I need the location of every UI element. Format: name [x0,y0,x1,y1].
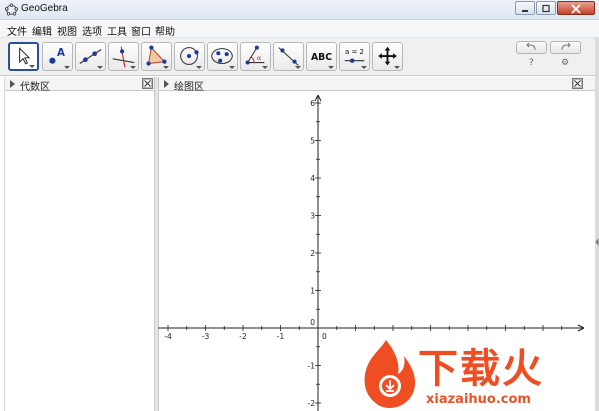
minimize-icon [522,10,528,12]
line-tool[interactable] [75,42,106,71]
slider-tool-label: a = 2 [345,48,364,56]
graphics-view-header: 绘图区 [159,77,595,93]
menu-options[interactable]: 选项 [82,23,102,38]
watermark-domain: xiazaihuo.com [426,392,531,407]
menu-edit[interactable]: 编辑 [32,23,52,38]
x-tick-label: 0 [322,332,327,341]
window-title: GeoGebra [21,3,68,14]
conic-tool[interactable] [207,42,238,71]
collapse-arrow-icon[interactable] [595,237,599,247]
menu-tools[interactable]: 工具 [107,23,127,38]
menu-window[interactable]: 窗口 [131,23,151,38]
flame-logo-icon [364,340,416,409]
toolbar: A α ABC a = 2 ? ⚙ [0,38,599,76]
minimize-button[interactable] [515,1,535,15]
x-tick-label: -1 [277,332,285,341]
close-icon [143,79,152,88]
title-bar: GeoGebra [0,0,599,20]
slider-tool[interactable]: a = 2 [339,42,370,71]
maximize-icon [542,4,550,13]
polygon-tool[interactable] [141,42,172,71]
help-icon[interactable]: ? [529,58,534,68]
algebra-view-close-button[interactable] [142,78,153,89]
y-tick-label: 1 [310,287,315,296]
point-tool-label: A [57,47,65,59]
redo-button[interactable] [550,41,581,54]
graphics-view-title: 绘图区 [174,82,204,93]
perpendicular-tool[interactable] [108,42,139,71]
maximize-button[interactable] [536,1,556,15]
redo-icon [561,42,571,51]
circle-tool[interactable] [174,42,205,71]
y-tick-label: 2 [310,249,315,258]
y-tick-label: 4 [310,174,315,183]
y-tick-label: 6 [310,99,315,108]
y-tick-label: -2 [308,399,316,408]
expand-arrow-icon[interactable] [164,80,169,88]
algebra-view-header: 代数区 [5,77,154,93]
menu-bar: 文件 编辑 视图 选项 工具 窗口 帮助 [0,21,599,38]
angle-tool[interactable]: α [240,42,271,71]
move-tool[interactable] [8,42,39,71]
menu-file[interactable]: 文件 [7,23,27,38]
y-tick-label: 3 [310,212,315,221]
menu-view[interactable]: 视图 [57,23,77,38]
geogebra-logo-icon [5,3,18,16]
graphics-view-close-button[interactable] [572,78,583,89]
expand-arrow-icon[interactable] [10,80,15,88]
undo-icon [526,42,536,51]
algebra-view-title: 代数区 [20,82,50,93]
algebra-view[interactable]: 代数区 [4,77,155,411]
settings-icon[interactable]: ⚙ [561,58,569,68]
menu-help[interactable]: 帮助 [155,23,175,38]
svg-text:α: α [257,54,262,62]
x-tick-label: -2 [239,332,247,341]
x-tick-label: -3 [202,332,210,341]
reflect-tool[interactable] [273,42,304,71]
x-tick-label: -4 [164,332,172,341]
point-tool[interactable]: A [42,42,73,71]
y-tick-label: 5 [310,137,315,146]
y-tick-label: 0 [310,318,315,327]
text-tool-label: ABC [311,52,332,63]
close-icon [573,79,582,88]
y-tick-label: -1 [308,362,316,371]
move-view-tool[interactable] [372,42,403,71]
close-icon [571,4,581,14]
undo-button[interactable] [516,41,547,54]
watermark: 下载火 xiazaihuo.com [356,336,596,411]
close-window-button[interactable] [557,1,595,15]
text-tool[interactable]: ABC [306,42,337,71]
watermark-brand: 下载火 [418,346,544,392]
